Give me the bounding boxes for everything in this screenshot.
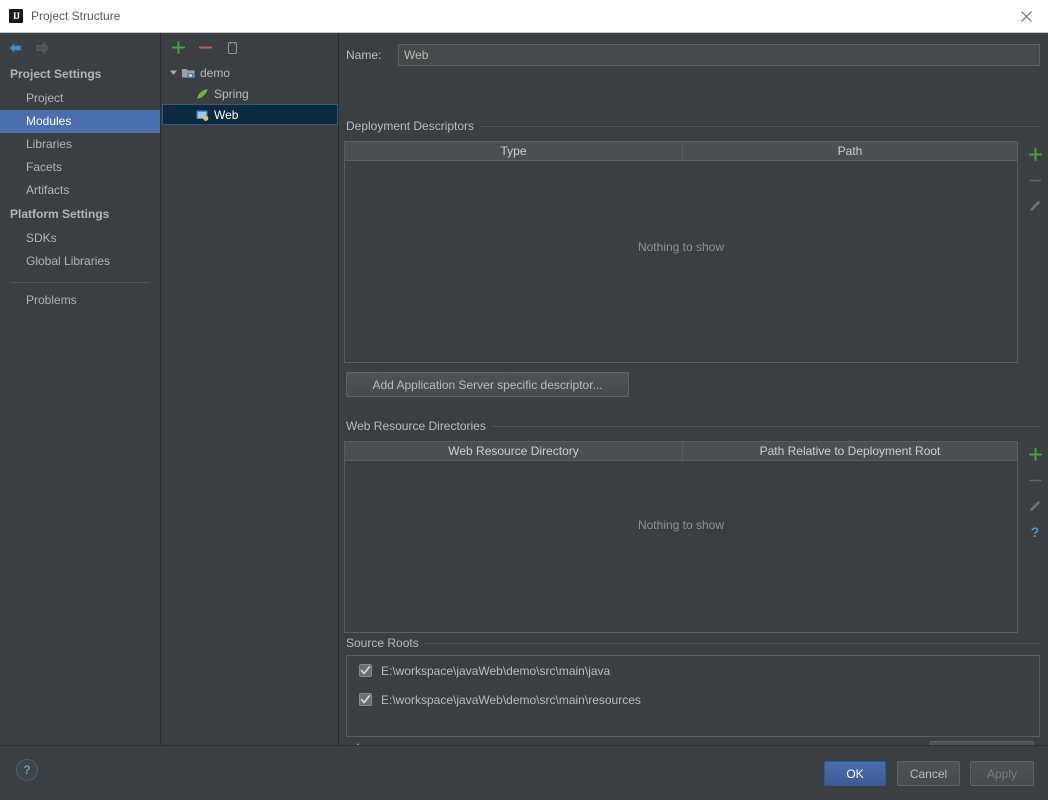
dialog-body: Project Settings Project Modules Librari… [0, 33, 1048, 766]
deployment-descriptors-toolbar [1022, 141, 1048, 219]
plus-icon[interactable] [170, 40, 186, 56]
sidebar-item-artifacts[interactable]: Artifacts [0, 179, 160, 202]
window-titlebar: IJ Project Structure [0, 0, 1048, 33]
section-label: Web Resource Directories [346, 419, 486, 433]
apply-button[interactable]: Apply [970, 761, 1034, 786]
question-icon: ? [23, 763, 31, 777]
spring-leaf-icon [194, 86, 210, 102]
empty-state-text: Nothing to show [637, 240, 725, 254]
sidebar-item-facets[interactable]: Facets [0, 156, 160, 179]
tree-node-demo[interactable]: demo [162, 62, 338, 83]
ok-button[interactable]: OK [824, 761, 886, 786]
apply-label: Apply [986, 766, 1018, 781]
sidebar-item-libraries[interactable]: Libraries [0, 133, 160, 156]
name-label: Name: [346, 48, 382, 62]
column-header-type[interactable]: Type [345, 142, 682, 160]
tree-node-web[interactable]: Web [162, 104, 338, 125]
close-icon[interactable] [1004, 0, 1048, 32]
source-root-checkbox[interactable] [359, 664, 372, 677]
tree-node-spring[interactable]: Spring [162, 83, 338, 104]
section-rule [491, 425, 1040, 427]
source-root-checkbox[interactable] [359, 693, 372, 706]
cancel-button[interactable]: Cancel [897, 761, 960, 786]
sidebar-item-project[interactable]: Project [0, 87, 160, 110]
table-header-row: Type Path [345, 142, 1017, 161]
name-field-row: Name: [346, 44, 1040, 66]
sidebar-group-platform-settings: Platform Settings [10, 207, 110, 221]
deployment-descriptors-section-header: Deployment Descriptors [346, 119, 1040, 133]
sidebar-group-project-settings: Project Settings [10, 67, 102, 81]
column-header-web-resource-directory[interactable]: Web Resource Directory [345, 442, 682, 460]
module-tree-toolbar [162, 33, 338, 62]
tree-node-label: demo [200, 65, 231, 80]
column-header-path[interactable]: Path [682, 142, 1017, 160]
chevron-down-icon[interactable] [166, 68, 180, 77]
name-input[interactable] [398, 44, 1040, 66]
arrow-left-icon[interactable] [6, 39, 24, 57]
ok-label: OK [846, 766, 864, 781]
cancel-label: Cancel [909, 766, 948, 781]
web-resource-directories-toolbar: ? [1022, 441, 1048, 545]
arrow-right-icon [33, 39, 51, 57]
module-tree-panel: demo Spring Web [162, 33, 339, 745]
copy-icon[interactable] [224, 40, 240, 56]
deployment-descriptors-table[interactable]: Type Path Nothing to show [344, 141, 1018, 363]
web-resource-directories-section-header: Web Resource Directories [346, 419, 1040, 433]
web-facet-icon [194, 107, 210, 123]
logo-text: IJ [12, 11, 20, 21]
sidebar-item-modules[interactable]: Modules [0, 110, 160, 133]
empty-state-text: Nothing to show [637, 518, 725, 532]
intellij-logo-icon: IJ [9, 9, 23, 23]
help-button[interactable]: ? [16, 759, 38, 781]
section-label: Source Roots [346, 636, 419, 650]
section-rule [480, 125, 1040, 127]
tree-node-label: Spring [214, 86, 249, 101]
dialog-footer [0, 745, 1048, 800]
window-title: Project Structure [31, 9, 121, 23]
tree-node-label: Web [214, 107, 239, 122]
minus-icon[interactable] [197, 40, 213, 56]
minus-icon [1025, 167, 1045, 193]
plus-icon[interactable] [1025, 441, 1045, 467]
table-header-row: Web Resource Directory Path Relative to … [345, 442, 1017, 461]
facet-detail-pane: Name: Deployment Descriptors Type Path N… [340, 33, 1048, 766]
add-app-server-descriptor-label: Add Application Server specific descript… [372, 377, 603, 392]
sidebar-item-global-libraries[interactable]: Global Libraries [0, 250, 160, 273]
pencil-icon [1025, 193, 1045, 219]
settings-sidebar: Project Settings Project Modules Librari… [0, 33, 161, 745]
minus-icon [1025, 467, 1045, 493]
source-root-label: E:\workspace\javaWeb\demo\src\main\java [381, 663, 611, 678]
section-rule [424, 642, 1040, 644]
plus-icon[interactable] [1025, 141, 1045, 167]
web-resource-directories-table[interactable]: Web Resource Directory Path Relative to … [344, 441, 1018, 633]
sidebar-divider [10, 282, 150, 283]
source-roots-section-header: Source Roots [346, 636, 1040, 650]
source-roots-list: E:\workspace\javaWeb\demo\src\main\java … [346, 655, 1040, 737]
add-app-server-descriptor-button[interactable]: Add Application Server specific descript… [346, 372, 629, 397]
table-body: Nothing to show [345, 461, 1017, 632]
pencil-icon [1025, 493, 1045, 519]
source-root-label: E:\workspace\javaWeb\demo\src\main\resou… [381, 692, 641, 707]
source-root-row[interactable]: E:\workspace\javaWeb\demo\src\main\java [347, 656, 1039, 685]
sidebar-item-problems[interactable]: Problems [0, 289, 160, 312]
module-folder-icon [180, 65, 196, 81]
column-header-path-relative-to-deployment-root[interactable]: Path Relative to Deployment Root [682, 442, 1017, 460]
section-label: Deployment Descriptors [346, 119, 475, 133]
sidebar-navigation-bar [0, 33, 160, 62]
table-body: Nothing to show [345, 161, 1017, 362]
source-root-row[interactable]: E:\workspace\javaWeb\demo\src\main\resou… [347, 685, 1039, 714]
question-icon[interactable]: ? [1025, 519, 1045, 545]
sidebar-item-sdks[interactable]: SDKs [0, 227, 160, 250]
